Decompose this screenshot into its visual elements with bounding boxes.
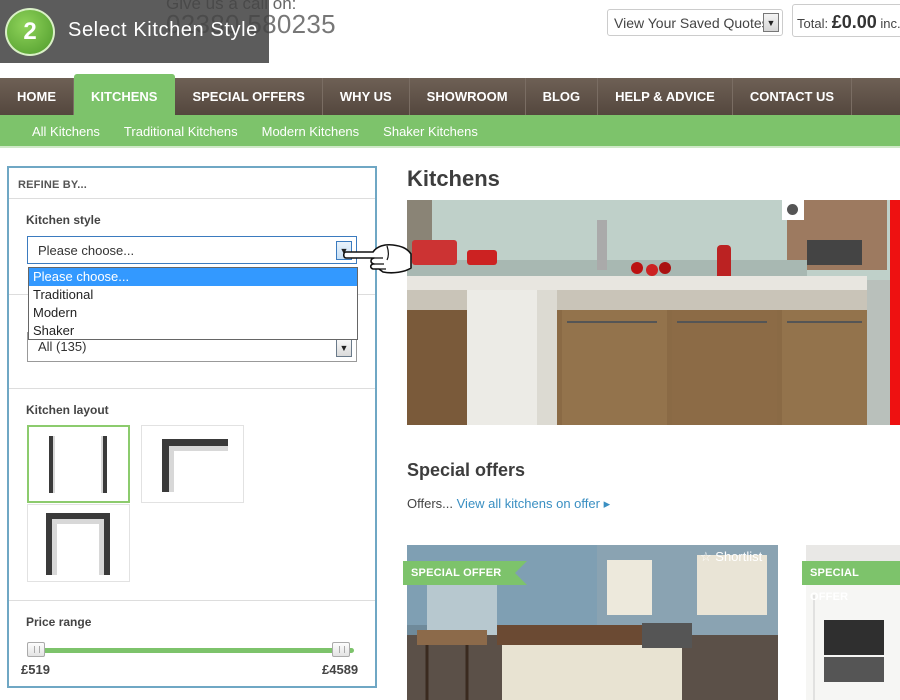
subnav-traditional-kitchens[interactable]: Traditional Kitchens [112, 115, 250, 146]
total-amount: £0.00 [831, 12, 877, 32]
step-overlay: 2 Select Kitchen Style [0, 0, 269, 63]
price-min-value: £519 [21, 662, 50, 677]
kitchen-style-select[interactable]: Please choose... ▼ [27, 236, 357, 264]
layout-u-shaped-tile[interactable] [27, 504, 130, 582]
nav-item-contact-us[interactable]: CONTACT US [733, 78, 853, 115]
subnav-modern-kitchens[interactable]: Modern Kitchens [250, 115, 372, 146]
price-range-track[interactable] [27, 648, 354, 653]
total-suffix: inc. [880, 16, 900, 31]
kitchen-style-value: Please choose... [38, 243, 135, 258]
top-bar: Give us a call on: 02380 580235 2 Select… [0, 0, 900, 78]
step-label: Select Kitchen Style [68, 19, 258, 41]
refine-title: REFINE BY... [18, 179, 88, 191]
saved-quotes-select[interactable]: View Your Saved Quotes ▼ [607, 9, 783, 36]
nav-item-showroom[interactable]: SHOWROOM [410, 78, 526, 115]
secondary-filter-value: All (135) [38, 339, 87, 354]
step-number-badge: 2 [5, 8, 55, 56]
subnav-shaker-kitchens[interactable]: Shaker Kitchens [371, 115, 490, 146]
view-all-offers-link[interactable]: View all kitchens on offer ▸ [457, 496, 610, 511]
page-title: Kitchens [407, 166, 500, 191]
refine-panel: REFINE BY... Kitchen style Please choose… [7, 166, 377, 688]
offers-prefix: Offers... [407, 496, 453, 511]
layout-galley-tile[interactable] [27, 425, 130, 503]
divider [9, 388, 375, 389]
divider [9, 600, 375, 601]
nav-item-why-us[interactable]: WHY US [323, 78, 410, 115]
kitchen-style-label: Kitchen style [26, 213, 101, 227]
slider-dot[interactable] [782, 200, 804, 220]
special-offer-ribbon: SPECIAL OFFER [403, 561, 527, 585]
chevron-down-icon[interactable]: ▼ [763, 13, 779, 32]
price-range-label: Price range [26, 615, 92, 629]
basket-total[interactable]: Total: £0.00 inc. [792, 4, 900, 37]
shortlist-button[interactable]: ☆ Shortlist [700, 549, 762, 565]
subnav-all-kitchens[interactable]: All Kitchens [20, 115, 112, 146]
sub-nav: All Kitchens Traditional Kitchens Modern… [0, 115, 900, 148]
option-traditional[interactable]: Traditional [29, 286, 357, 304]
u-shaped-layout-icon [46, 513, 110, 575]
nav-item-kitchens[interactable]: KITCHENS [74, 74, 176, 115]
price-max-value: £4589 [322, 662, 359, 677]
option-please-choose[interactable]: Please choose... [29, 268, 357, 286]
special-offer-ribbon: SPECIAL OFFER [802, 561, 900, 603]
option-shaker[interactable]: Shaker [29, 322, 357, 340]
divider [9, 198, 375, 199]
special-offers-title: Special offers [407, 460, 526, 480]
kitchen-layout-label: Kitchen layout [26, 403, 109, 417]
chevron-down-icon[interactable]: ▼ [336, 338, 352, 357]
price-max-handle[interactable] [332, 642, 350, 657]
kitchen-style-dropdown: Please choose... Traditional Modern Shak… [28, 267, 358, 340]
offers-line: Offers... View all kitchens on offer ▸ [407, 496, 610, 512]
kitchen-hero-picture [407, 200, 900, 425]
pointing-hand-icon [343, 243, 412, 274]
nav-item-help-advice[interactable]: HELP & ADVICE [598, 78, 733, 115]
shortlist-label: Shortlist [715, 549, 763, 564]
nav-item-home[interactable]: HOME [0, 78, 74, 115]
nav-item-blog[interactable]: BLOG [526, 78, 599, 115]
price-min-handle[interactable] [27, 642, 45, 657]
option-modern[interactable]: Modern [29, 304, 357, 322]
saved-quotes-label: View Your Saved Quotes [614, 15, 769, 31]
galley-layout-icon [49, 436, 107, 493]
hero-image[interactable] [407, 200, 900, 425]
main-nav: HOME KITCHENS SPECIAL OFFERS WHY US SHOW… [0, 74, 900, 115]
total-label: Total: [797, 16, 829, 31]
l-shaped-layout-icon [162, 439, 228, 492]
nav-item-special-offers[interactable]: SPECIAL OFFERS [175, 78, 323, 115]
layout-l-shaped-tile[interactable] [141, 425, 244, 503]
star-icon: ☆ [700, 549, 712, 564]
